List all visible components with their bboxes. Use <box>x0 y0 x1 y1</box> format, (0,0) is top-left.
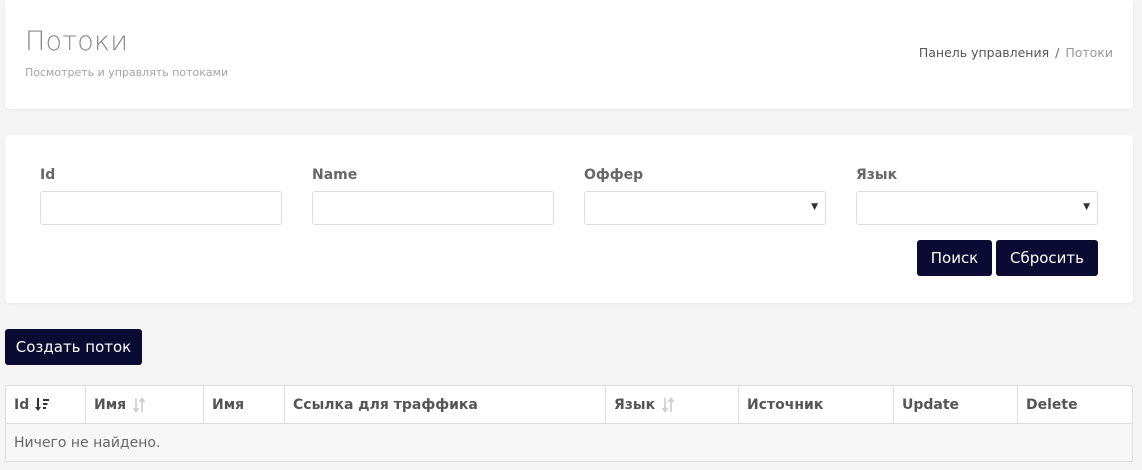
filter-name-label: Name <box>312 167 358 183</box>
breadcrumb-home-link[interactable]: Панель управления <box>919 45 1049 60</box>
caret-down-icon: ▼ <box>811 202 818 212</box>
table-empty-row: Ничего не найдено. <box>6 424 1132 461</box>
column-header-name: Имя <box>204 386 285 423</box>
filter-id-input[interactable] <box>40 191 282 225</box>
filter-language-select[interactable]: ▼ <box>856 191 1098 225</box>
filter-name-input[interactable] <box>312 191 554 225</box>
table-header: Id Имя Имя Ссылка для траффика Язык Исто… <box>6 386 1132 424</box>
column-header-language[interactable]: Язык <box>606 386 739 423</box>
column-label: Delete <box>1026 396 1078 413</box>
column-header-delete: Delete <box>1018 386 1132 423</box>
filter-offer-select[interactable]: ▼ <box>584 191 826 225</box>
sort-icon <box>131 396 147 413</box>
page-header: Потоки Посмотреть и управлять потоками П… <box>5 0 1133 109</box>
column-header-id[interactable]: Id <box>6 386 86 423</box>
filter-offer-label: Оффер <box>584 167 644 183</box>
filter-card: Id Name Оффер ▼ Язык ▼ Поиск Сбросить <box>5 135 1133 303</box>
column-label: Id <box>14 396 30 413</box>
sort-icon <box>660 396 676 413</box>
column-header-name-sortable[interactable]: Имя <box>86 386 204 423</box>
column-label: Ссылка для траффика <box>293 396 478 413</box>
breadcrumb-separator: / <box>1055 45 1060 60</box>
breadcrumb: Панель управления / Потоки <box>919 45 1113 60</box>
page-subtitle: Посмотреть и управлять потоками <box>25 66 229 79</box>
column-label: Update <box>902 396 960 413</box>
filter-language-label: Язык <box>856 167 898 183</box>
streams-table: Id Имя Имя Ссылка для траффика Язык Исто… <box>5 385 1133 462</box>
sort-desc-icon <box>34 397 50 413</box>
reset-button[interactable]: Сбросить <box>996 240 1098 276</box>
column-label: Имя <box>212 396 245 413</box>
create-stream-button[interactable]: Создать поток <box>5 329 142 365</box>
column-label: Имя <box>94 396 127 413</box>
column-header-source: Источник <box>739 386 894 423</box>
caret-down-icon: ▼ <box>1083 202 1090 212</box>
column-label: Источник <box>747 396 824 413</box>
column-header-traffic-link: Ссылка для траффика <box>285 386 606 423</box>
filter-id-label: Id <box>40 167 56 183</box>
search-button[interactable]: Поиск <box>917 240 992 276</box>
page-title: Потоки <box>25 26 129 57</box>
breadcrumb-current: Потоки <box>1065 45 1113 60</box>
column-header-update: Update <box>894 386 1018 423</box>
column-label: Язык <box>614 396 656 413</box>
